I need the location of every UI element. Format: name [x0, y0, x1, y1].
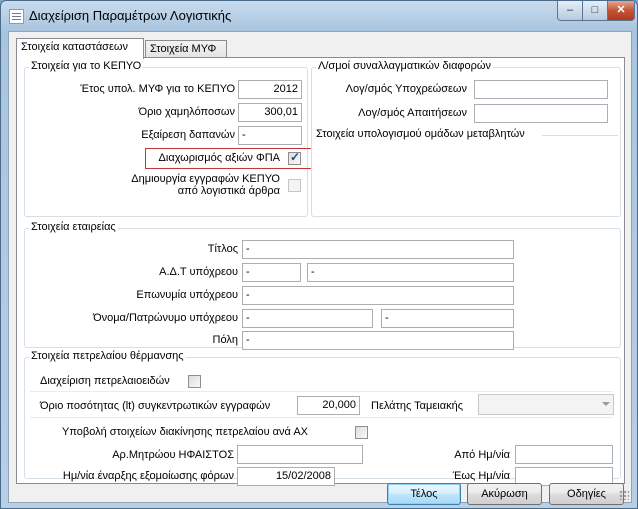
vat-split-label: Διαχωρισμός αξιών ΦΠΑ [158, 152, 280, 164]
ok-button[interactable]: Τέλος [387, 483, 461, 505]
receivables-input[interactable] [474, 104, 608, 123]
fuel-limit-label: Όριο ποσότητας (lt) συγκεντρωτικών εγγρα… [40, 400, 271, 412]
cash-customer-label: Πελάτης Ταμειακής [371, 400, 463, 412]
title-bar[interactable]: Διαχείριση Παραμέτρων Λογιστικής – □ ✕ [1, 1, 637, 31]
dialog-client-area: Στοιχεία καταστάσεων Στοιχεία ΜΥΦ Στοιχε… [8, 31, 632, 505]
cash-customer-select[interactable] [478, 394, 614, 415]
tab-statements[interactable]: Στοιχεία καταστάσεων [16, 38, 144, 59]
tin-input-1[interactable]: - [242, 263, 301, 282]
variables-divider [542, 135, 618, 136]
company-name-label: Τίτλος [207, 243, 238, 255]
fuel-submit-label: Υποβολή στοιχείων διακίνησης πετρελαίου … [62, 426, 309, 438]
variables-group-title: Στοιχεία υπολογισμού ομάδων μεταβλητών [316, 128, 525, 140]
brand-input[interactable]: - [242, 286, 514, 305]
app-icon [9, 9, 24, 24]
to-date-label: Έως Ημ/νία [452, 470, 510, 482]
city-label: Πόλη [212, 334, 238, 346]
fuel-limit-input[interactable]: 20,000 [297, 396, 360, 415]
create-entries-label-1: Δημιουργία εγγραφών ΚΕΠΥΟ [131, 173, 280, 185]
fullname-label: Όνομα/Πατρώνυμο υπόχρεου [93, 312, 238, 324]
from-date-label: Από Ημ/νία [454, 449, 510, 461]
fuel-manage-checkbox[interactable] [188, 375, 201, 388]
vat-split-checkbox[interactable]: ✓ [288, 150, 301, 165]
from-date-input[interactable] [515, 445, 613, 464]
start-date-input[interactable]: 15/02/2008 [237, 467, 335, 486]
registry-label: Αρ.Μητρώου ΗΦΑΙΣΤΟΣ [112, 449, 234, 461]
window-title: Διαχείριση Παραμέτρων Λογιστικής [29, 8, 232, 23]
payables-label: Λογ/σμός Υποχρεώσεων [345, 83, 467, 95]
kepyo-group-title: Στοιχεία για το ΚΕΠΥΟ [29, 60, 144, 72]
kepyo-year-label: Έτος υπολ. ΜΥΦ για το ΚΕΠΥΟ [80, 83, 235, 95]
tab-myf[interactable]: Στοιχεία ΜΥΦ [145, 40, 227, 58]
threshold-input[interactable]: 300,01 [238, 103, 302, 122]
city-input[interactable]: - [242, 331, 514, 350]
threshold-label: Όριο χαμηλόποσων [138, 106, 235, 118]
company-name-input[interactable]: - [242, 240, 514, 259]
chevron-down-icon [602, 402, 610, 406]
fuel-manage-label: Διαχείριση πετρελαιοειδών [40, 375, 170, 387]
minimize-button[interactable]: – [557, 1, 583, 21]
tin-label: Α.Δ.Τ υπόχρεου [159, 266, 238, 278]
kepyo-year-input[interactable]: 2012 [238, 80, 302, 99]
close-icon: ✕ [616, 4, 626, 16]
fullname-input-1[interactable]: - [242, 309, 373, 328]
fuel-divider-2 [30, 417, 613, 418]
maximize-button[interactable]: □ [582, 1, 608, 21]
company-group-title: Στοιχεία εταιρείας [29, 221, 118, 233]
create-entries-checkbox[interactable] [288, 179, 301, 192]
close-button[interactable]: ✕ [607, 1, 635, 21]
help-button[interactable]: Οδηγίες [549, 483, 624, 505]
minimize-icon: – [566, 4, 574, 16]
company-group: Στοιχεία εταιρείας Τίτλος - Α.Δ.Τ υπόχρε… [24, 221, 621, 350]
tin-input-2[interactable]: - [307, 263, 514, 282]
checkmark-icon: ✓ [290, 150, 301, 164]
fx-group: Λ/σμοί συναλλαγματικών διαφορών Λογ/σμός… [311, 60, 621, 217]
dialog-window: Διαχείριση Παραμέτρων Λογιστικής – □ ✕ Σ… [0, 0, 638, 509]
exclusion-input[interactable]: - [238, 126, 302, 145]
create-entries-label-2: από λογιστικά άρθρα [177, 185, 280, 197]
resize-grip-icon[interactable] [619, 490, 629, 500]
fuel-divider [30, 391, 613, 392]
fullname-input-2[interactable]: - [381, 309, 514, 328]
fuel-submit-checkbox[interactable] [355, 426, 368, 439]
fx-group-title: Λ/σμοί συναλλαγματικών διαφορών [316, 60, 494, 72]
tab-panel: Στοιχεία για το ΚΕΠΥΟ Έτος υπολ. ΜΥΦ για… [16, 57, 625, 486]
payables-input[interactable] [474, 80, 608, 99]
fuel-group-title: Στοιχεία πετρελαίου θέρμανσης [29, 350, 186, 362]
start-date-label: Ημ/νία έναρξης εξομοίωσης φόρων [62, 470, 234, 482]
cancel-button[interactable]: Ακύρωση [467, 483, 542, 505]
maximize-icon: □ [591, 4, 599, 16]
exclusion-label: Εξαίρεση δαπανών [141, 129, 235, 141]
kepyo-group: Στοιχεία για το ΚΕΠΥΟ Έτος υπολ. ΜΥΦ για… [24, 60, 312, 217]
receivables-label: Λογ/σμός Απαιτήσεων [358, 107, 467, 119]
brand-label: Επωνυμία υπόχρεου [136, 289, 238, 301]
fuel-group: Στοιχεία πετρελαίου θέρμανσης Διαχείριση… [24, 350, 621, 486]
registry-input[interactable] [237, 445, 363, 464]
